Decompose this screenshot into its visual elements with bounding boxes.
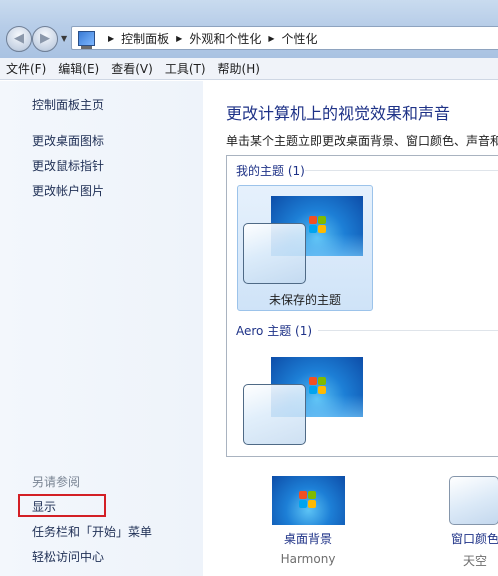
menu-tools[interactable]: 工具(T) — [165, 60, 206, 77]
address-bar[interactable]: ▶ 控制面板 ▶ 外观和个性化 ▶ 个性化 — [71, 26, 498, 50]
menu-edit[interactable]: 编辑(E) — [58, 60, 99, 77]
desktop-background-value: Harmony — [280, 552, 336, 566]
page-subtitle: 单击某个主题立即更改桌面背景、窗口颜色、声音和 — [226, 134, 498, 148]
control-panel-icon — [78, 30, 95, 49]
group-divider — [318, 330, 498, 331]
change-desktop-icons-link[interactable]: 更改桌面图标 — [32, 132, 104, 149]
menu-help[interactable]: 帮助(H) — [218, 60, 260, 77]
group-divider — [305, 170, 498, 171]
window-titlebar: ◀ ▶ ▼ ▶ 控制面板 ▶ 外观和个性化 ▶ 个性化 — [0, 0, 498, 58]
window-color-option[interactable]: 窗口颜色 天空 — [435, 530, 498, 569]
main-content: 更改计算机上的视觉效果和声音 单击某个主题立即更改桌面背景、窗口颜色、声音和 我… — [203, 81, 498, 576]
forward-button[interactable]: ▶ — [32, 26, 58, 52]
change-mouse-pointers-link[interactable]: 更改鼠标指针 — [32, 157, 104, 174]
windows-logo-icon — [309, 377, 327, 395]
page-title: 更改计算机上的视觉效果和声音 — [226, 104, 451, 123]
window-color-label[interactable]: 窗口颜色 — [435, 530, 498, 547]
aero-theme-window-color-preview — [243, 384, 306, 445]
back-arrow-icon: ◀ — [14, 31, 24, 46]
desktop-background-label[interactable]: 桌面背景 — [258, 530, 358, 547]
breadcrumb-appearance[interactable]: 外观和个性化 — [189, 30, 261, 47]
menu-file[interactable]: 文件(F) — [6, 60, 46, 77]
breadcrumb-arrow-icon[interactable]: ▶ — [108, 34, 114, 43]
back-button[interactable]: ◀ — [6, 26, 32, 52]
breadcrumb-personalization[interactable]: 个性化 — [282, 30, 318, 47]
breadcrumb-control-panel[interactable]: 控制面板 — [121, 30, 169, 47]
left-task-pane: 控制面板主页 更改桌面图标 更改鼠标指针 更改帐户图片 另请参阅 显示 任务栏和… — [0, 81, 203, 576]
menu-bar: 文件(F) 编辑(E) 查看(V) 工具(T) 帮助(H) — [0, 58, 498, 80]
aero-themes-header: Aero 主题 (1) — [236, 324, 313, 338]
breadcrumb-arrow-icon[interactable]: ▶ — [268, 34, 274, 43]
window-color-thumbnail[interactable] — [449, 476, 498, 525]
ease-of-access-link[interactable]: 轻松访问中心 — [32, 548, 104, 565]
desktop-background-thumbnail[interactable] — [272, 476, 345, 525]
desktop-background-option[interactable]: 桌面背景 Harmony — [258, 530, 358, 566]
theme-list[interactable]: 我的主题 (1) 未保存的主题 Aero 主题 (1) — [226, 155, 498, 457]
change-account-picture-link[interactable]: 更改帐户图片 — [32, 182, 104, 199]
breadcrumb-arrow-icon[interactable]: ▶ — [176, 34, 182, 43]
see-also-heading: 另请参阅 — [32, 475, 81, 489]
menu-view[interactable]: 查看(V) — [111, 60, 153, 77]
window-color-value: 天空 — [462, 554, 487, 568]
windows-logo-icon — [299, 491, 317, 509]
recent-pages-dropdown-icon[interactable]: ▼ — [61, 34, 67, 43]
theme-window-color-preview — [243, 223, 306, 284]
taskbar-start-menu-link[interactable]: 任务栏和「开始」菜单 — [32, 523, 152, 540]
forward-arrow-icon: ▶ — [40, 31, 50, 46]
theme-tile-unsaved[interactable]: 未保存的主题 — [237, 185, 373, 311]
control-panel-home-link[interactable]: 控制面板主页 — [32, 96, 104, 113]
display-link-highlight — [18, 494, 106, 517]
theme-name-label: 未保存的主题 — [268, 293, 341, 307]
my-themes-header: 我的主题 (1) — [236, 164, 305, 178]
windows-logo-icon — [309, 216, 327, 234]
